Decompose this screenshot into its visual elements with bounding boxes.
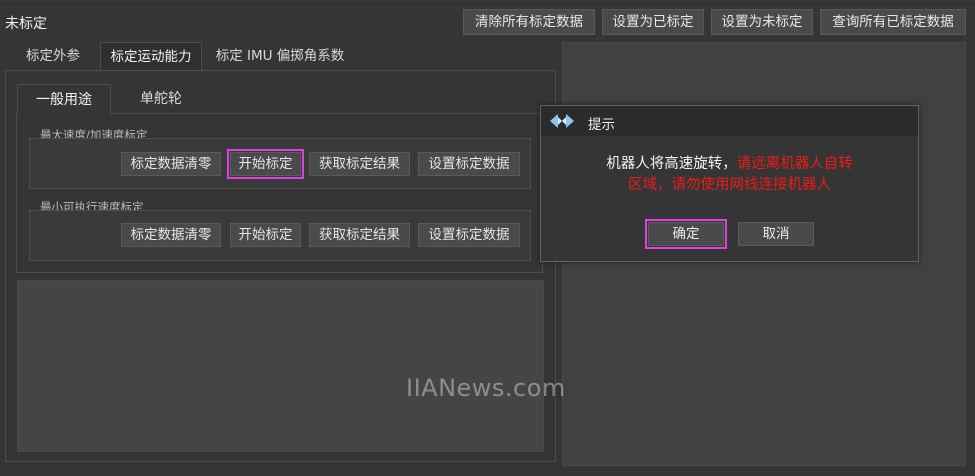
- min-get-result-button[interactable]: 获取标定结果: [309, 223, 410, 247]
- max-start-calibration-button[interactable]: 开始标定: [227, 149, 304, 179]
- max-clear-data-button[interactable]: 标定数据清零: [121, 152, 221, 176]
- dialog-message: 机器人将高速旋转，请远离机器人自转 区域，请勿使用网线连接机器人: [541, 154, 918, 196]
- clear-all-calibration-button[interactable]: 清除所有标定数据: [463, 9, 595, 35]
- query-all-calibrated-button[interactable]: 查询所有已标定数据: [820, 9, 966, 35]
- message-warning-prefix: 机器人将高速旋转，: [606, 156, 737, 172]
- max-set-data-button[interactable]: 设置标定数据: [418, 152, 520, 176]
- log-output-area: [17, 280, 544, 452]
- cancel-button[interactable]: 取消: [738, 222, 814, 246]
- tab-imu-yaw[interactable]: 标定 IMU 偏掷角系数: [205, 42, 355, 70]
- ok-button[interactable]: 确定: [645, 219, 727, 249]
- calibration-status: 未标定: [5, 16, 47, 32]
- subtab-general[interactable]: 一般用途: [17, 84, 111, 114]
- tab-extrinsics[interactable]: 标定外参: [12, 42, 94, 70]
- subtab-single-steer-wheel[interactable]: 单舵轮: [118, 84, 204, 114]
- max-get-result-button[interactable]: 获取标定结果: [309, 152, 410, 176]
- message-warning-red-1: 请远离机器人自转: [736, 156, 853, 172]
- min-set-data-button[interactable]: 设置标定数据: [418, 223, 520, 247]
- min-clear-data-button[interactable]: 标定数据清零: [121, 223, 221, 247]
- app-logo-icon: [550, 114, 574, 128]
- header-bar: 未标定 清除所有标定数据 设置为已标定 设置为未标定 查询所有已标定数据: [0, 4, 975, 40]
- confirm-dialog: 提示 机器人将高速旋转，请远离机器人自转 区域，请勿使用网线连接机器人 确定 取…: [540, 105, 919, 262]
- set-calibrated-button[interactable]: 设置为已标定: [602, 9, 704, 35]
- message-warning-red-2: 区域，请勿使用网线连接机器人: [628, 177, 831, 193]
- dialog-title: 提示: [588, 117, 615, 133]
- min-start-calibration-button[interactable]: 开始标定: [230, 223, 301, 247]
- set-uncalibrated-button[interactable]: 设置为未标定: [711, 9, 813, 35]
- watermark: IIANews.com: [406, 374, 566, 402]
- dialog-title-bar[interactable]: 提示: [541, 106, 918, 136]
- tab-motion-capability[interactable]: 标定运动能力: [100, 42, 202, 70]
